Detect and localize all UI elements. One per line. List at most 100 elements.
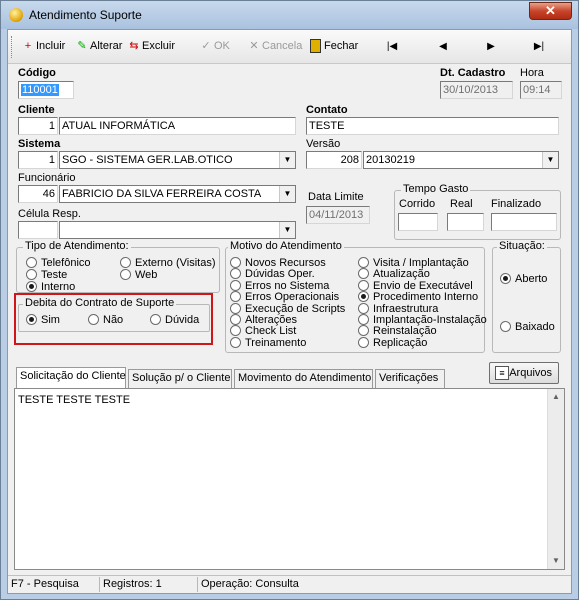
window: Atendimento Suporte ✕ + Incluir ✎ Alterar … (0, 0, 579, 600)
chevron-down-icon[interactable]: ▼ (279, 222, 295, 238)
app-icon (9, 8, 23, 22)
versao-combo[interactable]: 20130219 ▼ (363, 151, 559, 169)
motivo-radio[interactable]: Infraestrutura (358, 302, 438, 315)
fechar-button[interactable]: Fechar (310, 39, 358, 57)
chevron-down-icon[interactable]: ▼ (542, 152, 558, 168)
files-icon: ≡ (495, 366, 509, 380)
hora-label: Hora (520, 67, 544, 79)
situacao-group: Situação: (492, 240, 561, 353)
form-client-area: + Incluir ✎ Alterar ⇆ Excluir ✓ OK ✕ Cancela … (7, 29, 572, 594)
tipo-telefonico-radio[interactable]: Telefônico (26, 257, 91, 269)
scroll-down-icon[interactable]: ▼ (548, 553, 564, 569)
motivo-radio[interactable]: Execução de Scripts (230, 302, 345, 315)
hora-field[interactable]: 09:14 (520, 81, 562, 99)
cancel-icon: ✕ (249, 40, 259, 52)
tipo-interno-radio[interactable]: Interno (26, 281, 75, 293)
motivo-radio[interactable]: Novos Recursos (230, 257, 326, 269)
data-limite-label: Data Limite (308, 191, 364, 203)
codigo-field[interactable]: 110001 (18, 81, 74, 99)
add-icon: + (24, 40, 32, 52)
tab-movimento[interactable]: Movimento do Atendimento (234, 369, 373, 388)
finalizado-field[interactable] (491, 213, 557, 231)
cancela-button[interactable]: ✕ Cancela (246, 39, 302, 57)
motivo-radio[interactable]: Erros no Sistema (230, 279, 329, 292)
solicitacao-text: TESTE TESTE TESTE (18, 394, 131, 406)
versao-id-field[interactable]: 208 (306, 151, 362, 169)
codigo-label: Código (18, 67, 56, 79)
real-label: Real (450, 198, 473, 210)
incluir-button[interactable]: + Incluir (20, 39, 66, 57)
tipo-web-radio[interactable]: Web (120, 269, 157, 281)
cliente-label: Cliente (18, 104, 55, 116)
motivo-radio[interactable]: Erros Operacionais (230, 291, 339, 303)
funcionario-id-field[interactable]: 46 (18, 185, 58, 203)
tab-solucao[interactable]: Solução p/ o Cliente (128, 369, 232, 388)
celula-id-field[interactable] (18, 221, 58, 239)
sistema-id-field[interactable]: 1 (18, 151, 58, 169)
funcionario-combo[interactable]: FABRICIO DA SILVA FERREIRA COSTA ▼ (59, 185, 296, 203)
scroll-up-icon[interactable]: ▲ (548, 389, 564, 405)
cliente-name-field[interactable]: ATUAL INFORMÁTICA (59, 117, 296, 135)
close-button[interactable]: ✕ (529, 2, 572, 20)
celula-combo[interactable]: ▼ (59, 221, 296, 239)
nav-prev-button[interactable]: ◀ (436, 40, 450, 54)
motivo-radio[interactable]: Atualização (358, 268, 430, 280)
tipo-atendimento-label: Tipo de Atendimento: (23, 240, 131, 252)
status-registros: Registros: 1 (100, 577, 198, 592)
arquivos-button[interactable]: ≡ Arquivos (489, 362, 559, 384)
nav-next-button[interactable]: ▶ (484, 40, 498, 54)
real-field[interactable] (447, 213, 484, 231)
alterar-button[interactable]: ✎ Alterar (74, 39, 122, 57)
corrido-label: Corrido (399, 198, 436, 210)
tempo-gasto-label: Tempo Gasto (401, 183, 471, 195)
highlight-box (14, 293, 213, 345)
title-bar: Atendimento Suporte ✕ (1, 1, 578, 29)
toolbar-grip (11, 36, 14, 58)
situacao-baixado-radio[interactable]: Baixado (500, 321, 555, 333)
situacao-label: Situação: (497, 240, 547, 252)
door-icon (310, 39, 321, 53)
data-limite-field[interactable]: 04/11/2013 (306, 206, 370, 224)
motivo-radio[interactable]: Envio de Executável (358, 279, 473, 292)
dt-cadastro-field[interactable]: 30/10/2013 (440, 81, 513, 99)
status-operacao: Operação: Consulta (201, 578, 299, 590)
solicitacao-textarea[interactable]: TESTE TESTE TESTE ▲ ▼ (14, 388, 565, 570)
excluir-button[interactable]: ⇆ Excluir (126, 39, 175, 57)
cliente-id-field[interactable]: 1 (18, 117, 58, 135)
memo-scrollbar[interactable]: ▲ ▼ (547, 389, 564, 569)
versao-label: Versão (306, 138, 341, 150)
contato-label: Contato (306, 104, 348, 116)
celula-label: Célula Resp. (18, 208, 81, 220)
finalizado-label: Finalizado (491, 198, 542, 210)
chevron-down-icon[interactable]: ▼ (279, 186, 295, 202)
motivo-radio[interactable]: Treinamento (230, 336, 306, 349)
motivo-radio[interactable]: Reinstalação (358, 325, 437, 337)
motivo-radio[interactable]: Replicação (358, 336, 427, 349)
motivo-radio[interactable]: Implantação-Instalação (358, 314, 487, 326)
sistema-label: Sistema (18, 138, 61, 150)
sistema-combo[interactable]: SGO - SISTEMA GER.LAB.OTICO ▼ (59, 151, 296, 169)
corrido-field[interactable] (398, 213, 438, 231)
contato-field[interactable]: TESTE (306, 117, 559, 135)
window-title: Atendimento Suporte (29, 8, 142, 22)
tipo-teste-radio[interactable]: Teste (26, 269, 67, 281)
ok-button[interactable]: ✓ OK (198, 39, 230, 57)
check-icon: ✓ (201, 40, 211, 52)
tab-verificacoes[interactable]: Verificações (375, 369, 445, 388)
nav-last-button[interactable]: ▶| (532, 40, 546, 54)
nav-first-button[interactable]: |◀ (385, 40, 399, 54)
status-hint: F7 - Pesquisa (8, 577, 100, 592)
motivo-label: Motivo do Atendimento (228, 240, 344, 252)
tipo-externo-radio[interactable]: Externo (Visitas) (120, 257, 216, 269)
motivo-radio[interactable]: Dúvidas Oper. (230, 268, 315, 280)
situacao-aberto-radio[interactable]: Aberto (500, 273, 547, 285)
toolbar: + Incluir ✎ Alterar ⇆ Excluir ✓ OK ✕ Cancela … (8, 30, 571, 64)
motivo-radio[interactable]: Check List (230, 325, 296, 337)
tab-solicitacao[interactable]: Solicitação do Cliente (16, 367, 126, 388)
chevron-down-icon[interactable]: ▼ (279, 152, 295, 168)
funcionario-label: Funcionário (18, 172, 76, 184)
motivo-radio[interactable]: Procedimento Interno (358, 291, 478, 303)
status-bar: F7 - Pesquisa Registros: 1 Operação: Con… (8, 575, 571, 593)
motivo-radio[interactable]: Visita / Implantação (358, 257, 469, 269)
motivo-radio[interactable]: Alterações (230, 314, 297, 326)
